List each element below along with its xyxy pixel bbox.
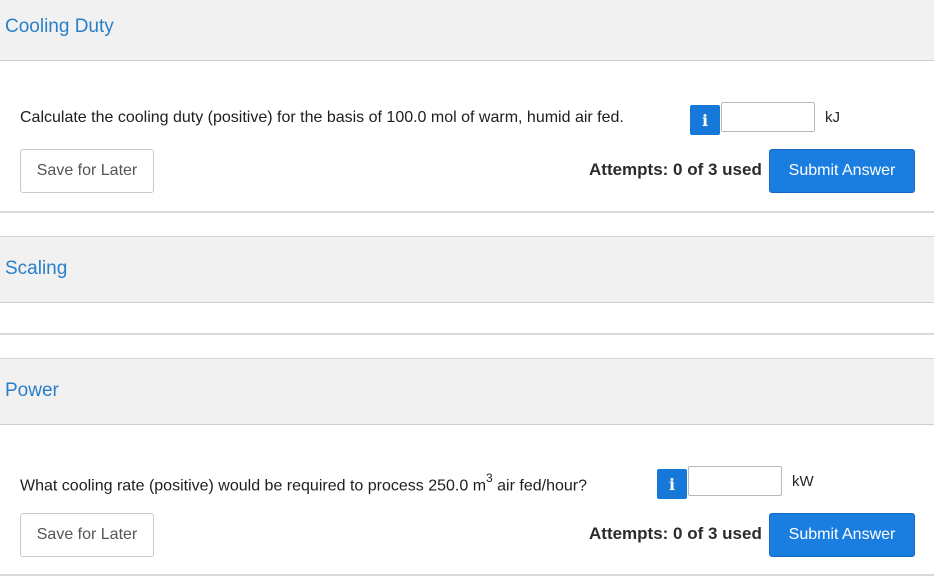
section-title-scaling[interactable]: Scaling xyxy=(5,258,67,280)
attempts-counter: Attempts: 0 of 3 used xyxy=(589,160,762,179)
question-prompt-power-suffix: air fed/hour? xyxy=(492,477,587,495)
superscript-exponent: 3 xyxy=(486,471,493,485)
section-divider xyxy=(0,211,934,213)
attempts-counter: Attempts: 0 of 3 used xyxy=(589,524,762,543)
cooling-duty-answer-input[interactable] xyxy=(721,102,815,132)
submit-answer-button[interactable]: Submit Answer xyxy=(769,149,915,193)
info-icon[interactable]: i xyxy=(690,105,720,135)
section-header-power: Power xyxy=(0,358,934,425)
section-header-scaling: Scaling xyxy=(0,236,934,303)
question-prompt-power-text: What cooling rate (positive) would be re… xyxy=(20,477,487,495)
section-divider xyxy=(0,333,934,335)
section-title-power[interactable]: Power xyxy=(5,380,59,402)
cooling-rate-answer-input[interactable] xyxy=(688,466,782,496)
question-prompt-power: What cooling rate (positive) would be re… xyxy=(20,471,587,495)
unit-label-kj: kJ xyxy=(825,109,840,126)
unit-label-kw: kW xyxy=(792,473,814,490)
info-icon[interactable]: i xyxy=(657,469,687,499)
section-title-cooling-duty[interactable]: Cooling Duty xyxy=(5,16,114,38)
submit-answer-button[interactable]: Submit Answer xyxy=(769,513,915,557)
save-for-later-button[interactable]: Save for Later xyxy=(20,149,154,193)
question-prompt-cooling-duty: Calculate the cooling duty (positive) fo… xyxy=(20,109,624,126)
section-header-cooling-duty: Cooling Duty xyxy=(0,0,934,61)
save-for-later-button[interactable]: Save for Later xyxy=(20,513,154,557)
